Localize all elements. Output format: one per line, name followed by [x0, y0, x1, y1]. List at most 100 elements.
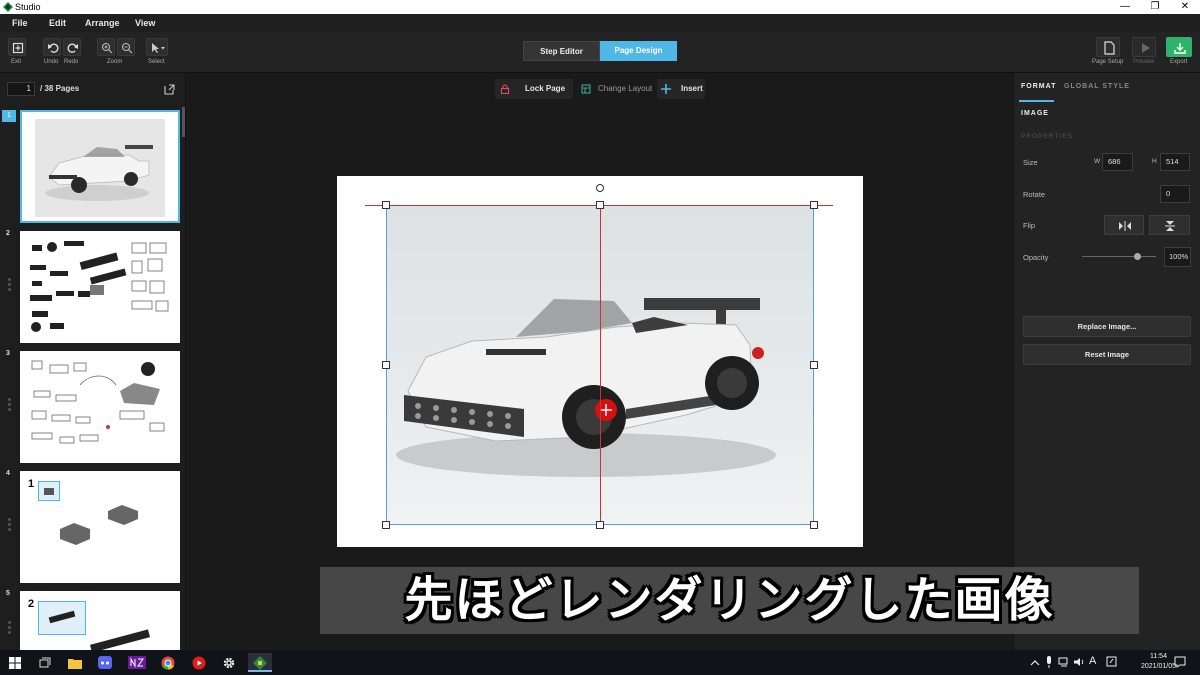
resize-handle-br[interactable] [810, 521, 818, 529]
resize-handle-l[interactable] [382, 361, 390, 369]
select-tool-button[interactable] [146, 38, 168, 56]
resize-handle-tr[interactable] [810, 201, 818, 209]
opacity-slider-thumb[interactable] [1134, 253, 1141, 260]
resize-handle-tl[interactable] [382, 201, 390, 209]
chevron-up-icon[interactable] [1030, 659, 1040, 666]
tab-page-design[interactable]: Page Design [600, 41, 677, 61]
page-2-thumbnail[interactable] [20, 231, 180, 343]
chrome-button[interactable] [157, 653, 181, 672]
layout-icon [581, 84, 591, 94]
menu-view[interactable]: View [135, 14, 155, 32]
menu-file[interactable]: File [12, 14, 28, 32]
flip-vertical-button[interactable] [1149, 215, 1190, 235]
windows-logo-icon [9, 657, 21, 669]
properties-heading: PROPERTIES [1021, 133, 1073, 140]
zoom-in-button[interactable] [97, 38, 115, 56]
task-view-icon [39, 657, 51, 668]
resize-handle-r[interactable] [810, 361, 818, 369]
volume-icon[interactable] [1073, 657, 1085, 667]
tab-format[interactable]: FORMAT [1021, 83, 1056, 90]
zoom-out-button[interactable] [117, 38, 135, 56]
car-thumb-image [45, 145, 153, 201]
replace-image-button[interactable]: Replace Image... [1023, 316, 1191, 337]
title-bar: Studio — ❐ ✕ [0, 0, 1200, 14]
page-5-drag-handle[interactable] [8, 621, 11, 635]
page-4-thumbnail[interactable]: 1 [20, 471, 180, 583]
page-2-drag-handle[interactable] [8, 278, 11, 292]
start-button[interactable] [4, 653, 28, 672]
zoom-label: Zoom [107, 59, 123, 65]
taskbar-clock[interactable]: 11:54 2021/01/05 [1141, 652, 1176, 672]
notifications-icon[interactable] [1174, 656, 1186, 668]
flip-horizontal-button[interactable] [1104, 215, 1144, 235]
windows-taskbar: A 11:54 2021/01/05 [0, 650, 1200, 675]
instruction-page[interactable] [337, 176, 863, 547]
lock-page-button[interactable]: Lock Page [495, 79, 573, 99]
exit-button[interactable] [8, 38, 26, 56]
preview-button[interactable] [1132, 37, 1156, 57]
nzxt-button[interactable] [126, 653, 150, 672]
menu-arrange[interactable]: Arrange [85, 14, 120, 32]
minimize-button[interactable]: — [1112, 0, 1138, 14]
pages-panel: 1 / 38 Pages 1 2 3 4 1 5 2 [0, 73, 186, 650]
step-build-image [89, 629, 151, 650]
insert-button[interactable]: Insert [657, 79, 705, 99]
lock-page-label: Lock Page [525, 84, 566, 93]
redo-label: Redo [64, 59, 79, 65]
tab-global-style[interactable]: GLOBAL STYLE [1064, 83, 1130, 90]
page-3-number: 3 [6, 350, 10, 357]
page-1-thumbnail[interactable] [20, 110, 180, 223]
page-5-thumbnail[interactable]: 2 [20, 591, 180, 650]
resize-handle-t[interactable] [596, 201, 604, 209]
pen-workspace-icon[interactable] [1106, 656, 1117, 667]
pages-scrollbar[interactable] [182, 107, 185, 137]
insert-label: Insert [681, 84, 703, 93]
redo-button[interactable] [63, 38, 81, 56]
export-button[interactable] [1166, 37, 1192, 57]
play-icon [1142, 43, 1150, 53]
change-layout-button[interactable]: Change Layout [577, 79, 654, 99]
restore-button[interactable]: ❐ [1142, 0, 1168, 14]
select-label: Select [148, 59, 165, 65]
resize-handle-bl[interactable] [382, 521, 390, 529]
page-number-input[interactable]: 1 [7, 82, 35, 96]
step-build-image [60, 505, 138, 545]
add-page-icon[interactable] [164, 84, 175, 95]
page-5-number: 5 [6, 590, 10, 597]
mode-switch: Step Editor Page Design [523, 41, 677, 61]
ime-indicator[interactable]: A [1089, 655, 1096, 667]
toolbar: Exit Undo Redo Zoom Select Step Editor P… [0, 32, 1200, 73]
opacity-input[interactable]: 100% [1164, 247, 1191, 267]
rotate-input[interactable]: 0 [1160, 185, 1190, 203]
menu-edit[interactable]: Edit [49, 14, 66, 32]
car-render-thumbnail [35, 119, 165, 217]
page-4-drag-handle[interactable] [8, 518, 11, 532]
page-setup-button[interactable] [1096, 37, 1120, 57]
height-input[interactable]: 514 [1160, 153, 1190, 171]
change-layout-label: Change Layout [598, 84, 653, 93]
microphone-icon[interactable] [1045, 656, 1053, 668]
resize-handle-b[interactable] [596, 521, 604, 529]
subtitle-text: 先ほどレンダリングした画像 [404, 572, 1055, 628]
page-1-number: 1 [2, 110, 16, 122]
height-label: H [1152, 158, 1157, 165]
youtube-music-button[interactable] [188, 653, 212, 672]
flip-label: Flip [1023, 221, 1036, 230]
file-explorer-button[interactable] [64, 653, 88, 672]
rotate-handle[interactable] [596, 184, 604, 192]
page-3-drag-handle[interactable] [8, 398, 11, 412]
page-3-thumbnail[interactable] [20, 351, 180, 463]
width-input[interactable]: 686 [1102, 153, 1133, 171]
settings-button[interactable] [218, 653, 242, 672]
discord-button[interactable] [94, 653, 118, 672]
opacity-label: Opacity [1023, 253, 1049, 262]
reset-image-button[interactable]: Reset Image [1023, 344, 1191, 365]
undo-button[interactable] [43, 38, 61, 56]
close-button[interactable]: ✕ [1172, 0, 1198, 14]
tab-step-editor[interactable]: Step Editor [523, 41, 600, 61]
opacity-slider-track[interactable] [1082, 256, 1156, 257]
network-icon[interactable] [1058, 657, 1070, 667]
task-view-button[interactable] [34, 653, 58, 672]
studio-taskbar-button[interactable] [248, 653, 272, 672]
size-label: Size [1023, 158, 1038, 167]
